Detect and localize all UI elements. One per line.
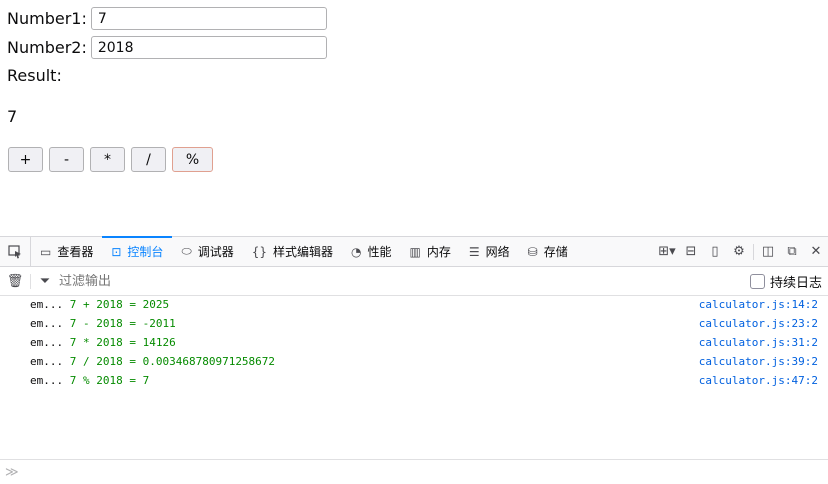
console-log-row: em... 7 % 2018 = 7 calculator.js:47:2 <box>0 371 828 390</box>
log-source-link[interactable]: calculator.js:31:2 <box>699 336 818 349</box>
log-message: em... 7 / 2018 = 0.003468780971258672 <box>30 355 275 368</box>
multiply-button[interactable]: * <box>90 147 125 172</box>
log-text: 7 * 2018 = 14126 <box>69 336 176 349</box>
log-message: em... 7 * 2018 = 14126 <box>30 336 176 349</box>
tab-storage-label: 存储 <box>543 245 568 259</box>
console-log-list: em... 7 + 2018 = 2025 calculator.js:14:2… <box>0 295 828 390</box>
filter-output-input[interactable] <box>59 273 459 289</box>
element-picker-icon[interactable] <box>0 237 31 266</box>
devtools-tabbar: ▭ 查看器 ⊡ 控制台 ⬭ 调试器 {} 样式编辑器 ◔ 性能 ▥ 内存 ☰ 网… <box>0 236 828 267</box>
log-prefix: em... <box>30 317 70 330</box>
network-icon: ☰ <box>468 244 480 259</box>
number2-label: Number2: <box>7 38 87 57</box>
tab-style-editor[interactable]: {} 样式编辑器 <box>243 237 342 266</box>
log-message: em... 7 % 2018 = 7 <box>30 374 149 387</box>
close-icon[interactable]: ✕ <box>804 244 828 259</box>
responsive-design-icon[interactable]: ▯ <box>703 244 727 259</box>
persist-logs-label: 持续日志 <box>769 276 822 291</box>
console-log-row: em... 7 / 2018 = 0.003468780971258672 ca… <box>0 352 828 371</box>
log-prefix: em... <box>30 374 70 387</box>
tab-inspector[interactable]: ▭ 查看器 <box>31 237 102 266</box>
calculator-page: Number1: Number2: Result: 7 + - * / % <box>0 0 828 236</box>
modulo-button[interactable]: % <box>172 147 213 172</box>
tab-memory-label: 内存 <box>426 245 451 259</box>
persist-logs-checkbox[interactable] <box>749 274 765 289</box>
log-text: 7 / 2018 = 0.003468780971258672 <box>69 355 276 368</box>
persist-logs-toggle[interactable]: 持续日志 <box>749 272 822 291</box>
console-input-line[interactable]: ≫ <box>0 459 828 484</box>
log-text: 7 - 2018 = -2011 <box>69 317 176 330</box>
log-source-link[interactable]: calculator.js:47:2 <box>699 374 818 387</box>
tab-console[interactable]: ⊡ 控制台 <box>102 236 173 266</box>
prompt-chevron-icon: ≫ <box>5 464 19 480</box>
tab-performance[interactable]: ◔ 性能 <box>342 237 401 266</box>
log-text: 7 % 2018 = 7 <box>69 374 150 387</box>
subtract-button[interactable]: - <box>49 147 84 172</box>
debugger-icon: ⬭ <box>181 244 192 258</box>
log-prefix: em... <box>30 355 70 368</box>
toolbar-divider <box>753 243 754 260</box>
number2-row: Number2: <box>7 36 327 59</box>
filter-funnel-icon: ⏷ <box>39 273 51 289</box>
memory-icon: ▥ <box>409 244 421 259</box>
tab-style-editor-label: 样式编辑器 <box>272 245 333 259</box>
tab-inspector-label: 查看器 <box>57 245 94 259</box>
operator-buttons: + - * / % <box>8 147 213 172</box>
result-value: 7 <box>7 107 18 126</box>
settings-gear-icon[interactable]: ⚙ <box>727 244 751 259</box>
devtools-toolbar-right: ⊞▾ ⊟ ▯ ⚙ ◫ ⧉ ✕ <box>655 237 828 266</box>
storage-icon: ⛁ <box>527 244 538 259</box>
tab-debugger-label: 调试器 <box>197 245 234 259</box>
tab-performance-label: 性能 <box>367 245 392 259</box>
log-text: 7 + 2018 = 2025 <box>69 298 170 311</box>
add-button[interactable]: + <box>8 147 43 172</box>
number2-input[interactable] <box>90 36 327 59</box>
log-prefix: em... <box>30 336 70 349</box>
tab-storage[interactable]: ⛁ 存储 <box>519 237 577 266</box>
log-source-link[interactable]: calculator.js:39:2 <box>699 355 818 368</box>
log-message: em... 7 + 2018 = 2025 <box>30 298 169 311</box>
log-source-link[interactable]: calculator.js:23:2 <box>699 317 818 330</box>
tab-debugger[interactable]: ⬭ 调试器 <box>172 237 242 266</box>
frame-select-icon[interactable]: ⊞▾ <box>655 244 679 259</box>
tab-network[interactable]: ☰ 网络 <box>460 237 519 266</box>
number1-input[interactable] <box>90 7 327 30</box>
inspector-icon: ▭ <box>40 244 52 259</box>
log-prefix: em... <box>30 298 70 311</box>
log-source-link[interactable]: calculator.js:14:2 <box>699 298 818 311</box>
number1-label: Number1: <box>7 9 87 28</box>
devtools-panel: ▭ 查看器 ⊡ 控制台 ⬭ 调试器 {} 样式编辑器 ◔ 性能 ▥ 内存 ☰ 网… <box>0 236 828 483</box>
tab-network-label: 网络 <box>485 245 510 259</box>
split-console-icon[interactable]: ⊟ <box>679 244 703 259</box>
console-icon: ⊡ <box>111 244 122 259</box>
number1-row: Number1: <box>7 7 327 30</box>
clear-console-trash-icon[interactable]: 🗑 <box>0 273 31 289</box>
console-log-row: em... 7 - 2018 = -2011 calculator.js:23:… <box>0 314 828 333</box>
style-editor-icon: {} <box>251 244 267 259</box>
console-log-row: em... 7 * 2018 = 14126 calculator.js:31:… <box>0 333 828 352</box>
result-label: Result: <box>7 66 62 85</box>
divide-button[interactable]: / <box>131 147 166 172</box>
tab-console-label: 控制台 <box>127 245 164 259</box>
separate-window-icon[interactable]: ⧉ <box>780 244 804 259</box>
performance-icon: ◔ <box>351 244 362 259</box>
console-log-row: em... 7 + 2018 = 2025 calculator.js:14:2 <box>0 295 828 314</box>
console-filterbar: 🗑 ⏷ 持续日志 <box>0 267 828 296</box>
dock-side-icon[interactable]: ◫ <box>756 244 780 259</box>
log-message: em... 7 - 2018 = -2011 <box>30 317 176 330</box>
tab-memory[interactable]: ▥ 内存 <box>401 237 460 266</box>
